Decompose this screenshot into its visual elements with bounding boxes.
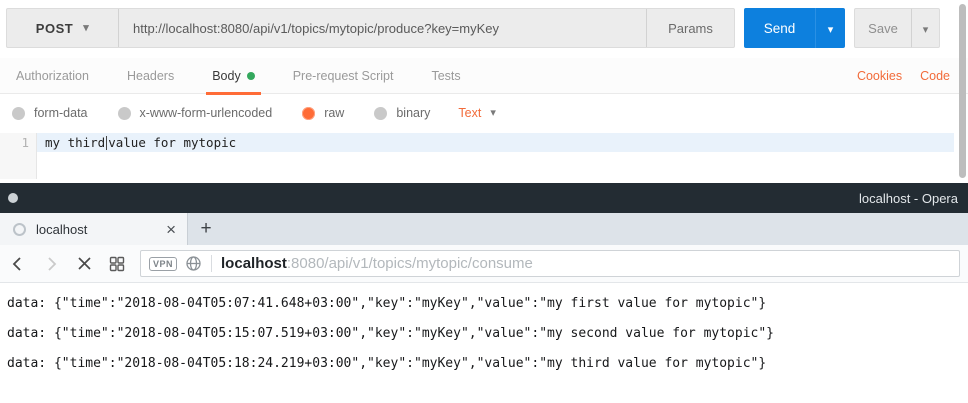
sse-data-line: data: {"time":"2018-08-04T05:15:07.519+0… xyxy=(7,319,968,349)
postman-panel: POST ▾ http://localhost:8080/api/v1/topi… xyxy=(0,0,968,183)
divider xyxy=(211,255,212,272)
chevron-down-icon: ▾ xyxy=(490,108,496,119)
tab-title: localhost xyxy=(36,222,163,237)
radio-icon xyxy=(12,107,25,120)
window-menu-icon[interactable] xyxy=(8,193,18,203)
opera-tabbar: localhost × + xyxy=(0,213,968,245)
radio-icon xyxy=(118,107,131,120)
tab-authorization[interactable]: Authorization xyxy=(10,58,95,94)
sse-data-line: data: {"time":"2018-08-04T05:18:24.219+0… xyxy=(7,349,968,379)
radio-x-www-form-urlencoded[interactable]: x-www-form-urlencoded xyxy=(118,106,273,120)
editor-content[interactable]: my third value for mytopic xyxy=(37,133,954,179)
body-type-row: form-data x-www-form-urlencoded raw bina… xyxy=(0,94,968,132)
tab-tests[interactable]: Tests xyxy=(425,58,466,94)
scrollbar[interactable] xyxy=(959,4,966,178)
send-button[interactable]: Send xyxy=(744,8,816,48)
radio-form-data[interactable]: form-data xyxy=(12,106,88,120)
url-host: localhost xyxy=(221,255,287,272)
request-bar: POST ▾ http://localhost:8080/api/v1/topi… xyxy=(6,8,940,48)
forward-button[interactable] xyxy=(36,249,66,279)
method-dropdown[interactable]: POST ▾ xyxy=(7,9,119,47)
new-tab-button[interactable]: + xyxy=(188,213,224,245)
save-options-button[interactable]: ▾ xyxy=(912,8,940,48)
favicon-loading-icon xyxy=(13,223,26,236)
editor-gutter: 1 xyxy=(0,133,37,179)
radio-icon xyxy=(374,107,387,120)
editor-active-line[interactable]: my third value for mytopic xyxy=(37,133,954,152)
chevron-down-icon: ▾ xyxy=(828,25,834,36)
format-select[interactable]: Text ▾ xyxy=(458,106,495,120)
url-text: localhost:8080/api/v1/topics/mytopic/con… xyxy=(221,255,533,272)
params-button[interactable]: Params xyxy=(646,9,734,47)
url-input[interactable]: http://localhost:8080/api/v1/topics/myto… xyxy=(119,9,646,47)
save-group: Save ▾ xyxy=(854,8,940,48)
tab-pre-request-script[interactable]: Pre-request Script xyxy=(287,58,400,94)
tab-headers[interactable]: Headers xyxy=(121,58,180,94)
cookies-link[interactable]: Cookies xyxy=(857,69,902,83)
radio-selected-icon xyxy=(302,107,315,120)
url-group: POST ▾ http://localhost:8080/api/v1/topi… xyxy=(6,8,735,48)
chevron-down-icon: ▾ xyxy=(83,23,89,34)
send-group: Send ▾ xyxy=(744,8,845,48)
chevron-down-icon: ▾ xyxy=(923,25,929,36)
url-value: http://localhost:8080/api/v1/topics/myto… xyxy=(133,21,499,36)
request-tabs: Authorization Headers Body Pre-request S… xyxy=(0,58,968,94)
save-button[interactable]: Save xyxy=(854,8,912,48)
tab-tiles-icon[interactable] xyxy=(102,249,132,279)
close-tab-icon[interactable]: × xyxy=(163,221,179,238)
line-number: 1 xyxy=(0,135,29,150)
browser-tab-localhost[interactable]: localhost × xyxy=(0,213,188,245)
back-button[interactable] xyxy=(3,249,33,279)
text-cursor xyxy=(106,136,107,150)
radio-raw[interactable]: raw xyxy=(302,106,344,120)
stop-button[interactable] xyxy=(69,249,99,279)
opera-toolbar: VPN localhost:8080/api/v1/topics/mytopic… xyxy=(0,245,968,283)
code-link[interactable]: Code xyxy=(920,69,950,83)
globe-icon[interactable] xyxy=(185,255,202,272)
window-title: localhost - Opera xyxy=(859,191,958,206)
url-path: :8080/api/v1/topics/mytopic/consume xyxy=(287,255,533,272)
method-label: POST xyxy=(36,21,73,36)
body-has-content-dot xyxy=(247,72,255,80)
sse-data-line: data: {"time":"2018-08-04T05:07:41.648+0… xyxy=(7,289,968,319)
send-options-button[interactable]: ▾ xyxy=(816,8,845,48)
radio-binary[interactable]: binary xyxy=(374,106,430,120)
tab-body[interactable]: Body xyxy=(206,58,261,94)
address-bar[interactable]: VPN localhost:8080/api/v1/topics/mytopic… xyxy=(140,250,960,277)
opera-titlebar: localhost - Opera xyxy=(0,183,968,213)
screen: POST ▾ http://localhost:8080/api/v1/topi… xyxy=(0,0,968,403)
vpn-badge[interactable]: VPN xyxy=(149,257,177,271)
body-editor[interactable]: 1 my third value for mytopic xyxy=(0,133,954,179)
page-content: data: {"time":"2018-08-04T05:07:41.648+0… xyxy=(0,283,968,403)
